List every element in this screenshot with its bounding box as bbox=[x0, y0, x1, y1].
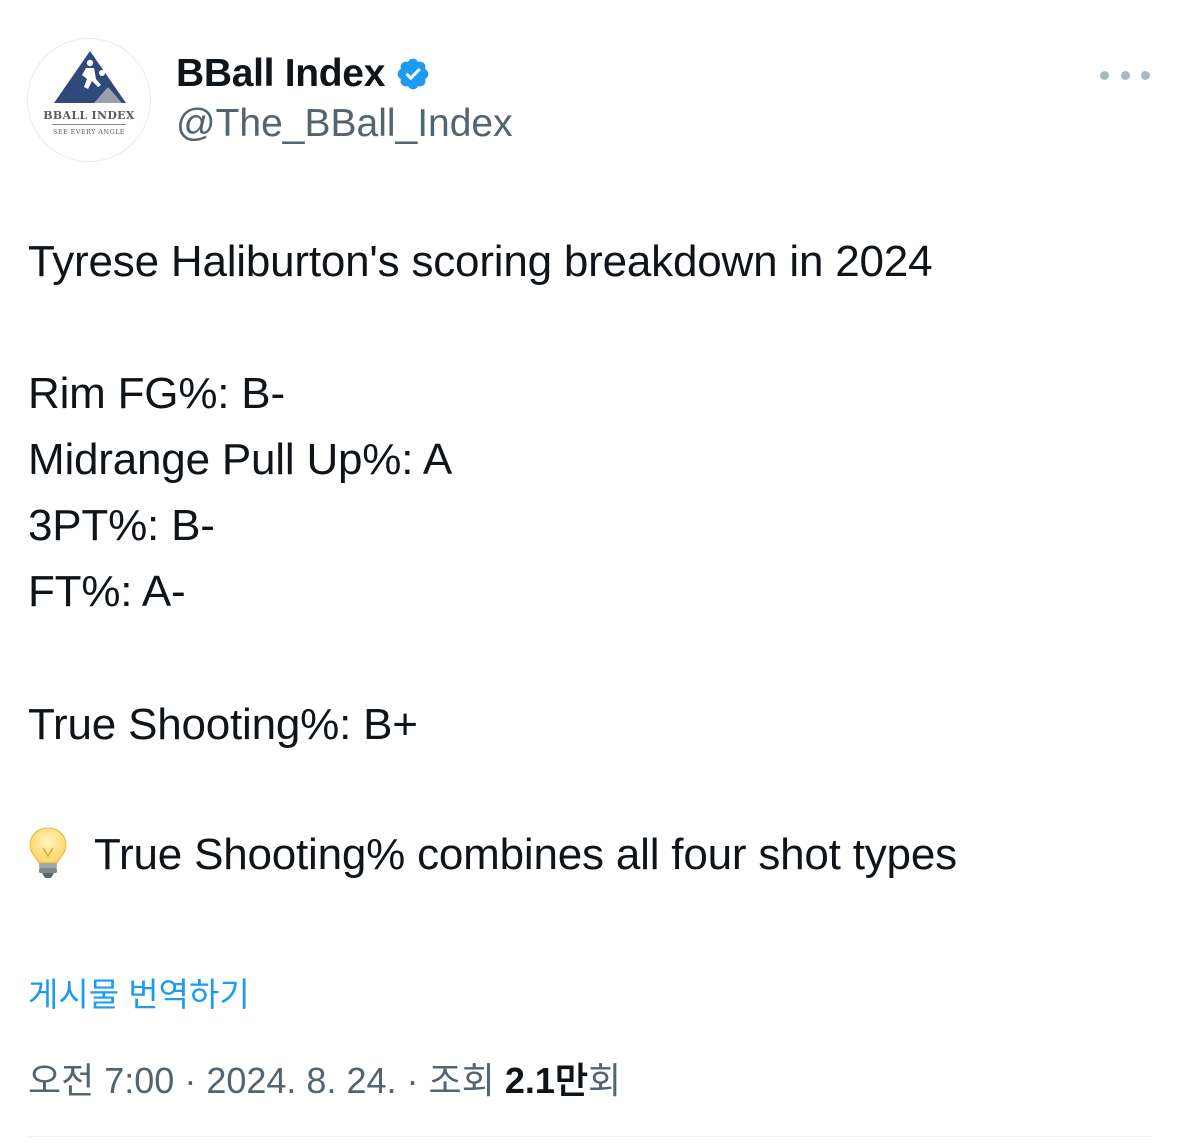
logo-tagline: SEE EVERY ANGLE bbox=[53, 128, 125, 136]
tip-text: True Shooting% combines all four shot ty… bbox=[94, 830, 957, 879]
divider bbox=[28, 1136, 1152, 1137]
author-display-name[interactable]: BBall Index bbox=[176, 52, 385, 96]
tweet-text-tip: True Shooting% combines all four shot ty… bbox=[28, 827, 957, 884]
more-dot bbox=[1141, 70, 1150, 80]
views-suffix: 회 bbox=[587, 1060, 622, 1101]
views-count[interactable]: 2.1만 bbox=[505, 1060, 588, 1101]
meta-separator: · bbox=[406, 1060, 419, 1101]
more-dot bbox=[1120, 70, 1130, 80]
tweet-text-midrange: Midrange Pull Up%: A bbox=[28, 435, 452, 484]
avatar[interactable]: BBALL INDEX SEE EVERY ANGLE bbox=[27, 38, 151, 162]
tweet-text-3pt: 3PT%: B- bbox=[28, 501, 215, 550]
tweet-text-title: Tyrese Haliburton's scoring breakdown in… bbox=[28, 237, 933, 286]
verified-badge-icon[interactable] bbox=[395, 56, 431, 92]
tweet-date[interactable]: 2024. 8. 24. bbox=[206, 1060, 396, 1101]
tweet-meta: 오전 7:00 · 2024. 8. 24. · 조회 2.1만회 bbox=[28, 1052, 621, 1104]
more-options-icon[interactable] bbox=[1100, 64, 1150, 86]
author-handle[interactable]: @The_BBall_Index bbox=[176, 102, 513, 146]
tweet-text-rim: Rim FG%: B- bbox=[28, 369, 285, 418]
tweet-text-ft: FT%: A- bbox=[28, 567, 186, 616]
tweet-time[interactable]: 오전 7:00 bbox=[28, 1060, 174, 1101]
views-label: 조회 bbox=[428, 1060, 495, 1101]
logo-name: BBALL INDEX bbox=[43, 109, 135, 122]
logo-divider bbox=[52, 124, 126, 125]
author-name-row: BBall Index bbox=[176, 50, 431, 98]
meta-separator: · bbox=[184, 1060, 197, 1101]
more-dot bbox=[1100, 70, 1109, 80]
light-bulb-icon bbox=[29, 827, 67, 879]
bball-index-logo-icon bbox=[54, 51, 126, 103]
tweet-text-true-shooting: True Shooting%: B+ bbox=[28, 700, 418, 749]
translate-post-link[interactable]: 게시물 번역하기 bbox=[28, 968, 250, 1016]
